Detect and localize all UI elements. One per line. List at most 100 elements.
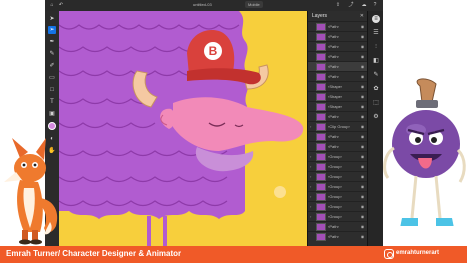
pathfinder-icon[interactable]: ◧ <box>372 57 380 65</box>
fill-color-swatch[interactable] <box>48 122 56 130</box>
text-icon[interactable]: T <box>48 98 56 106</box>
brush-icon[interactable]: ✐ <box>48 62 56 70</box>
layer-row[interactable]: ‹Shape› ◉ <box>308 81 368 91</box>
visibility-eye-icon[interactable]: ◉ <box>360 84 365 89</box>
eraser-icon[interactable]: ▭ <box>48 74 56 82</box>
visibility-eye-icon[interactable]: ◉ <box>360 234 365 239</box>
layer-thumbnail <box>316 73 326 81</box>
layer-row[interactable]: ‹Path› ◉ <box>308 51 368 61</box>
layer-row[interactable]: ‹Shape› ◉ <box>308 91 368 101</box>
visibility-eye-icon[interactable]: ◉ <box>360 44 365 49</box>
layer-row[interactable]: ‹Path› ◉ <box>308 31 368 41</box>
home-icon[interactable]: ⌂ <box>49 2 55 8</box>
expand-icon[interactable]: › <box>310 174 311 179</box>
pencil-icon[interactable]: ✎ <box>48 50 56 58</box>
visibility-eye-icon[interactable]: ◉ <box>360 174 365 179</box>
layer-row[interactable]: ‹Path› ◉ <box>308 231 368 241</box>
shape-icon[interactable]: □ <box>48 86 56 94</box>
layer-name: ‹Path› <box>328 34 339 39</box>
visibility-eye-icon[interactable]: ◉ <box>360 124 365 129</box>
layer-row[interactable]: › ‹Group› ◉ <box>308 201 368 211</box>
cap-letter: B <box>209 44 218 58</box>
layer-row[interactable]: ‹Path› ◉ <box>308 221 368 231</box>
layer-row[interactable]: ‹Shape› ◉ <box>308 101 368 111</box>
brushes-icon[interactable]: ✎ <box>372 71 380 79</box>
expand-icon[interactable]: › <box>310 164 311 169</box>
layer-row[interactable]: › ‹Group› ◉ <box>308 181 368 191</box>
help-icon[interactable]: ? <box>372 2 378 8</box>
layer-name: ‹Path› <box>328 44 339 49</box>
direct-select-icon[interactable]: ➢ <box>48 26 56 34</box>
expand-icon[interactable]: › <box>310 204 311 209</box>
layer-row[interactable]: ‹Path› ◉ <box>308 141 368 151</box>
visibility-eye-icon[interactable]: ◉ <box>360 184 365 189</box>
visibility-eye-icon[interactable]: ◉ <box>360 24 365 29</box>
select-icon[interactable]: ➤ <box>48 15 56 23</box>
image-icon[interactable]: ▣ <box>48 110 56 118</box>
layer-row[interactable]: › ‹Group› ◉ <box>308 211 368 221</box>
pen-icon[interactable]: ✒ <box>48 38 56 46</box>
layer-row[interactable]: ‹Path› ◉ <box>308 61 368 71</box>
layer-thumbnail <box>316 133 326 141</box>
visibility-eye-icon[interactable]: ◉ <box>360 94 365 99</box>
layer-row[interactable]: ‹Path› ◉ <box>308 41 368 51</box>
visibility-eye-icon[interactable]: ◉ <box>360 194 365 199</box>
visibility-eye-icon[interactable]: ◉ <box>360 224 365 229</box>
layer-thumbnail <box>316 83 326 91</box>
layer-row[interactable]: › ‹Group› ◉ <box>308 161 368 171</box>
layer-thumbnail <box>316 123 326 131</box>
visibility-eye-icon[interactable]: ◉ <box>360 34 365 39</box>
assets-icon[interactable]: ⚙ <box>372 113 380 121</box>
visibility-eye-icon[interactable]: ◉ <box>360 154 365 159</box>
close-icon[interactable]: ✕ <box>360 13 364 19</box>
layer-thumbnail <box>316 63 326 71</box>
layer-row[interactable]: ‹Path› ◉ <box>308 71 368 81</box>
expand-icon[interactable]: › <box>310 214 311 219</box>
visibility-eye-icon[interactable]: ◉ <box>360 164 365 169</box>
expand-icon[interactable]: › <box>310 194 311 199</box>
expand-icon[interactable]: › <box>310 154 311 159</box>
layers-icon[interactable]: ≡ <box>372 15 380 23</box>
properties-icon[interactable]: ☰ <box>372 29 380 37</box>
layer-row[interactable]: ‹Path› ◉ <box>308 21 368 31</box>
layers-header: Layers ✕ <box>308 11 368 21</box>
document-title[interactable]: untitled-03 <box>193 2 212 7</box>
align-icon[interactable]: ⫶ <box>372 43 380 51</box>
visibility-eye-icon[interactable]: ◉ <box>360 74 365 79</box>
share-icon[interactable]: ⤴ <box>348 2 354 8</box>
visibility-eye-icon[interactable]: ◉ <box>360 114 365 119</box>
symbols-icon[interactable]: ✿ <box>372 85 380 93</box>
visibility-eye-icon[interactable]: ◉ <box>360 214 365 219</box>
expand-icon[interactable]: › <box>310 124 311 129</box>
layers-panel: Layers ✕ ‹Path› ◉ ‹Path› ◉ ‹Path› ◉ ‹Path› ◉ ‹Pa… <box>307 11 368 246</box>
visibility-eye-icon[interactable]: ◉ <box>360 64 365 69</box>
layer-row[interactable]: › ‹Group› ◉ <box>308 191 368 201</box>
layer-row[interactable]: › ‹Group› ◉ <box>308 171 368 181</box>
layer-name: ‹Path› <box>328 64 339 69</box>
visibility-eye-icon[interactable]: ◉ <box>360 104 365 109</box>
expand-icon[interactable]: › <box>310 184 311 189</box>
layer-row[interactable]: › ‹Group› ◉ <box>308 151 368 161</box>
layer-thumbnail <box>316 93 326 101</box>
visibility-eye-icon[interactable]: ◉ <box>360 204 365 209</box>
layer-row[interactable]: ‹Path› ◉ <box>308 111 368 121</box>
zoom-chip[interactable]: Mobile <box>245 1 263 8</box>
layer-name: ‹Path› <box>328 74 339 79</box>
visibility-eye-icon[interactable]: ◉ <box>360 54 365 59</box>
illustrator-ipad-screen: ⌂ ↶ untitled-03 Mobile ⇪ ⤴ ☁ ? ➤ ➢ ✒ ✎ ✐… <box>45 0 383 246</box>
visibility-eye-icon[interactable]: ◉ <box>360 144 365 149</box>
layer-name: ‹Path› <box>328 24 339 29</box>
instagram-handle: emrahturnerart <box>396 250 440 256</box>
artboards-icon[interactable]: ⬚ <box>372 99 380 107</box>
visibility-eye-icon[interactable]: ◉ <box>360 134 365 139</box>
layer-name: ‹Shape› <box>328 94 343 99</box>
layer-thumbnail <box>316 53 326 61</box>
artboard-canvas[interactable]: B <box>59 11 307 246</box>
cloud-icon[interactable]: ☁ <box>361 2 367 8</box>
fox-character-illustration <box>4 138 58 245</box>
layer-row[interactable]: › ‹Clip Group› ◉ <box>308 121 368 131</box>
layer-row[interactable]: ‹Path› ◉ <box>308 131 368 141</box>
undo-icon[interactable]: ↶ <box>58 2 64 8</box>
layer-thumbnail <box>316 143 326 151</box>
export-icon[interactable]: ⇪ <box>335 2 341 8</box>
